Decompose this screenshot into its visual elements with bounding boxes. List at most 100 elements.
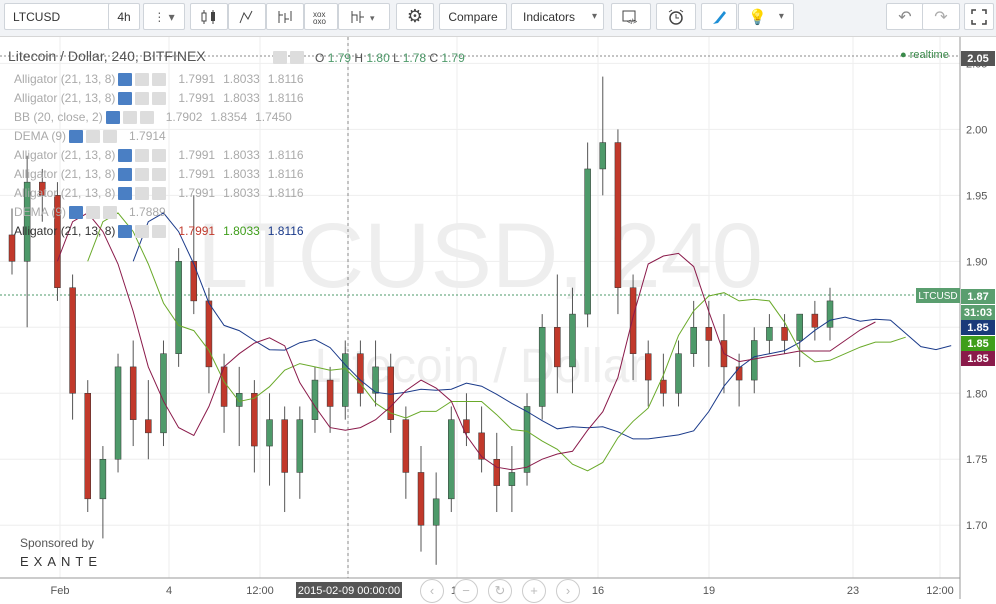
eye-icon[interactable] <box>118 187 133 201</box>
sponsor-brand[interactable]: EXANTE <box>20 554 102 569</box>
settings-icon[interactable] <box>86 130 101 144</box>
template-button[interactable]: </> <box>611 3 651 30</box>
settings-icon[interactable] <box>122 111 137 125</box>
compare-label: Compare <box>448 9 498 24</box>
chart-type-dropdown[interactable]: ▾ <box>338 3 390 30</box>
fullscreen-button[interactable] <box>964 3 994 30</box>
template-icon: </> <box>622 10 637 25</box>
zoom-in-button[interactable]: + <box>522 579 546 603</box>
study-legend-row[interactable]: Alligator (21, 13, 8) 1.7991 1.8033 1.8116 <box>14 148 304 163</box>
chart-area[interactable]: LTCUSD, 240 Litecoin / Dollar 2.05 2.00 1.… <box>0 37 996 603</box>
price-tick-label: 1.75 <box>966 454 987 466</box>
price-tick-label: 1.80 <box>966 388 987 400</box>
zoom-out-button[interactable]: − <box>454 579 478 603</box>
study-value: 1.8354 <box>210 110 248 124</box>
ohlc-o: 1.79 <box>327 51 352 65</box>
close-icon[interactable] <box>152 225 167 239</box>
candle-body <box>660 379 667 394</box>
renko-style-button[interactable]: xox oxo <box>304 3 338 30</box>
study-name: DEMA (9) <box>14 129 67 143</box>
bars-style-button[interactable] <box>228 3 266 30</box>
time-tick-label: 23 <box>847 585 859 597</box>
eye-icon[interactable] <box>69 206 84 220</box>
close-icon[interactable] <box>152 73 167 87</box>
indicators-button[interactable]: Indicators ▾ <box>511 3 604 30</box>
candle-body <box>342 353 349 407</box>
kagi-icon: ▾ <box>351 10 375 23</box>
legend-title-controls[interactable] <box>270 50 304 65</box>
scroll-left-button[interactable]: ‹ <box>420 579 444 603</box>
eye-icon[interactable] <box>118 149 133 163</box>
brush-icon <box>713 10 726 24</box>
close-icon[interactable] <box>152 168 167 182</box>
settings-icon[interactable] <box>135 168 150 182</box>
study-value: 1.7991 <box>178 167 216 181</box>
close-icon[interactable] <box>152 187 167 201</box>
settings-icon[interactable] <box>135 73 150 87</box>
study-name: Alligator (21, 13, 8) <box>14 167 116 181</box>
price-tick-label: 1.90 <box>966 256 987 268</box>
study-legend-row[interactable]: Alligator (21, 13, 8) 1.7991 1.8033 1.8116 <box>14 167 304 182</box>
candle-body <box>145 419 152 434</box>
eye-icon[interactable] <box>118 168 133 182</box>
settings-icon[interactable] <box>135 187 150 201</box>
chevron-down-icon: ▾ <box>591 11 597 22</box>
candle-body <box>599 142 607 170</box>
hints-button[interactable]: 💡 ▾ <box>738 3 794 30</box>
watermark-symbol: LTCUSD, 240 <box>197 205 763 307</box>
candle-body <box>281 419 288 473</box>
undo-button[interactable]: ↶ <box>886 3 924 30</box>
time-tick-label: 4 <box>166 585 172 597</box>
study-value: 1.8033 <box>223 167 260 181</box>
eye-icon[interactable] <box>69 130 84 144</box>
eye-icon[interactable] <box>118 73 133 87</box>
study-legend-row[interactable]: Alligator (21, 13, 8) 1.7991 1.8033 1.8116 <box>14 186 304 201</box>
compare-button[interactable]: Compare <box>439 3 507 30</box>
study-legend-row[interactable]: Alligator (21, 13, 8) 1.7991 1.8033 1.8116 <box>14 72 304 87</box>
candle-body <box>751 340 758 381</box>
settings-icon[interactable] <box>135 225 150 239</box>
drawing-tool-button[interactable] <box>701 3 737 30</box>
settings-icon[interactable] <box>135 149 150 163</box>
close-icon[interactable] <box>103 206 118 220</box>
scroll-right-button[interactable]: › <box>556 579 580 603</box>
settings-button[interactable]: ⚙ <box>396 3 434 30</box>
redo-button[interactable]: ↷ <box>922 3 960 30</box>
reset-button[interactable]: ↻ <box>488 579 512 603</box>
candles-style-button[interactable] <box>190 3 228 30</box>
candle-body <box>326 379 334 407</box>
interval-dropdown[interactable]: ⋮ ▾ <box>143 3 185 30</box>
eye-icon[interactable] <box>118 92 133 106</box>
close-icon[interactable] <box>103 130 118 144</box>
settings-icon[interactable] <box>273 51 287 65</box>
settings-icon[interactable] <box>135 92 150 106</box>
top-toolbar: LTCUSD 4h ⋮ ▾ xox oxo ▾ ⚙ Compare Indicat… <box>0 0 996 37</box>
study-value: 1.7991 <box>178 72 216 86</box>
candle-body <box>402 419 410 473</box>
close-icon[interactable] <box>152 149 167 163</box>
study-legend-row[interactable]: BB (20, close, 2) 1.7902 1.8354 1.7450 <box>14 110 292 125</box>
ohlc-c: 1.79 <box>441 51 465 65</box>
settings-icon[interactable] <box>86 206 101 220</box>
alert-button[interactable] <box>656 3 696 30</box>
candle-body <box>690 327 697 354</box>
study-value: 1.8116 <box>267 186 304 200</box>
realtime-dot-icon: ● <box>900 49 907 61</box>
close-icon[interactable] <box>139 111 154 125</box>
study-value: 1.8116 <box>267 224 304 238</box>
more-icon: ⋮ ▾ <box>153 9 175 24</box>
close-icon[interactable] <box>290 51 304 65</box>
candle-body <box>432 498 440 526</box>
eye-icon[interactable] <box>118 225 133 239</box>
study-legend-row[interactable]: Alligator (21, 13, 8) 1.7991 1.8033 1.8116 <box>14 91 304 106</box>
line-style-button[interactable] <box>266 3 304 30</box>
interval-button[interactable]: 4h <box>108 3 140 30</box>
study-legend-row[interactable]: DEMA (9) 1.7889 <box>14 205 182 220</box>
chevron-right-icon: › <box>565 583 571 598</box>
candle-body <box>129 366 137 420</box>
eye-icon[interactable] <box>105 111 120 125</box>
study-legend-row[interactable]: Alligator (21, 13, 8) 1.7991 1.8033 1.8116 <box>14 224 304 239</box>
alarm-clock-icon <box>668 9 684 25</box>
study-legend-row[interactable]: DEMA (9) 1.7914 <box>14 129 182 144</box>
close-icon[interactable] <box>152 92 167 106</box>
